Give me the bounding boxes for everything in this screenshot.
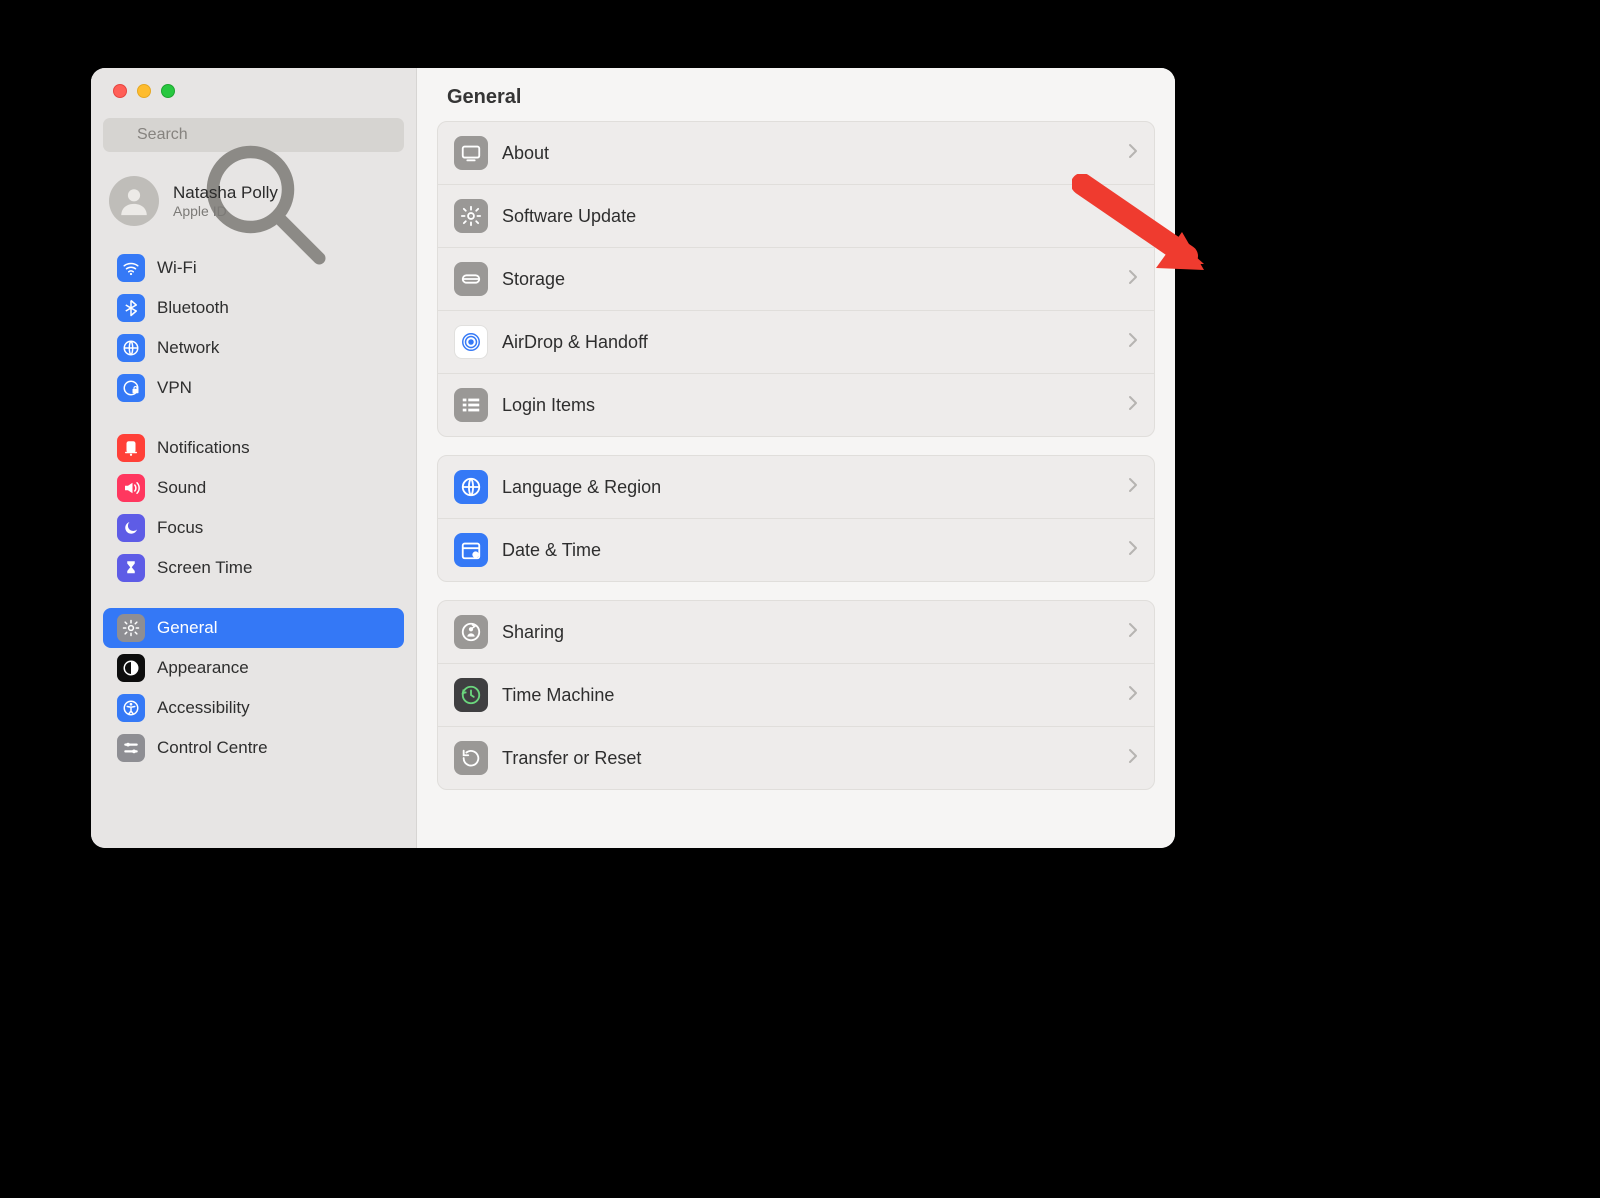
row-label: Sharing (502, 622, 1114, 643)
apple-id-account[interactable]: Natasha Polly Apple ID (91, 166, 416, 244)
main-content: General About Software Update Storage AirDr… (417, 68, 1175, 848)
row-label: Time Machine (502, 685, 1114, 706)
sharing-icon (454, 615, 488, 649)
chevron-right-icon (1128, 143, 1138, 164)
row-label: Language & Region (502, 477, 1114, 498)
page-title: General (447, 86, 1145, 109)
sidebar-item-vpn[interactable]: VPN (103, 368, 404, 408)
calendar-icon (454, 533, 488, 567)
close-button[interactable] (113, 84, 127, 98)
chevron-right-icon (1128, 622, 1138, 643)
sidebar-item-label: Notifications (157, 438, 250, 458)
settings-row-sharing[interactable]: Sharing (438, 601, 1154, 664)
sidebar-item-label: Network (157, 338, 219, 358)
row-label: Login Items (502, 395, 1114, 416)
accessibility-icon (117, 694, 145, 722)
hourglass-icon (117, 554, 145, 582)
minimize-button[interactable] (137, 84, 151, 98)
sidebar-item-appearance[interactable]: Appearance (103, 648, 404, 688)
chevron-right-icon (1128, 395, 1138, 416)
vpn-icon (117, 374, 145, 402)
settings-row-softwareupdate[interactable]: Software Update (438, 185, 1154, 248)
disk-icon (454, 262, 488, 296)
chevron-right-icon (1128, 540, 1138, 561)
chevron-right-icon (1128, 206, 1138, 227)
sidebar-item-focus[interactable]: Focus (103, 508, 404, 548)
sidebar-item-bluetooth[interactable]: Bluetooth (103, 288, 404, 328)
settings-row-storage[interactable]: Storage (438, 248, 1154, 311)
sidebar-item-label: Bluetooth (157, 298, 229, 318)
timemachine-icon (454, 678, 488, 712)
settings-row-timemachine[interactable]: Time Machine (438, 664, 1154, 727)
sidebar-item-label: Accessibility (157, 698, 250, 718)
sidebar-item-label: Sound (157, 478, 206, 498)
bell-icon (117, 434, 145, 462)
sidebar-item-network[interactable]: Network (103, 328, 404, 368)
settings-panel: About Software Update Storage AirDrop & Han… (437, 121, 1155, 437)
search-icon (113, 127, 129, 143)
sidebar-item-accessibility[interactable]: Accessibility (103, 688, 404, 728)
sidebar-item-controlcentre[interactable]: Control Centre (103, 728, 404, 768)
sidebar-item-general[interactable]: General (103, 608, 404, 648)
sidebar-item-label: Screen Time (157, 558, 252, 578)
sidebar-item-sound[interactable]: Sound (103, 468, 404, 508)
sidebar-item-label: General (157, 618, 217, 638)
zoom-button[interactable] (161, 84, 175, 98)
airdrop-icon (454, 325, 488, 359)
chevron-right-icon (1128, 269, 1138, 290)
row-label: Date & Time (502, 540, 1114, 561)
moon-icon (117, 514, 145, 542)
settings-window: Natasha Polly Apple ID Wi-Fi Bluetooth Net… (91, 68, 1175, 848)
content-header: General (417, 68, 1175, 121)
row-label: AirDrop & Handoff (502, 332, 1114, 353)
sidebar-item-label: VPN (157, 378, 192, 398)
sidebar-item-wifi[interactable]: Wi-Fi (103, 248, 404, 288)
settings-panel: Language & Region Date & Time (437, 455, 1155, 582)
chevron-right-icon (1128, 685, 1138, 706)
row-label: About (502, 143, 1114, 164)
sliders-icon (117, 734, 145, 762)
globe-icon (454, 470, 488, 504)
settings-row-about[interactable]: About (438, 122, 1154, 185)
chevron-right-icon (1128, 477, 1138, 498)
row-label: Storage (502, 269, 1114, 290)
row-label: Software Update (502, 206, 1114, 227)
settings-row-transfer[interactable]: Transfer or Reset (438, 727, 1154, 789)
account-name: Natasha Polly (173, 183, 278, 203)
chevron-right-icon (1128, 332, 1138, 353)
settings-row-datetime[interactable]: Date & Time (438, 519, 1154, 581)
sidebar-item-label: Control Centre (157, 738, 268, 758)
search-input[interactable] (137, 126, 394, 144)
sidebar: Natasha Polly Apple ID Wi-Fi Bluetooth Net… (91, 68, 417, 848)
sidebar-item-label: Appearance (157, 658, 249, 678)
window-controls (91, 84, 416, 118)
bluetooth-icon (117, 294, 145, 322)
settings-row-airdrop[interactable]: AirDrop & Handoff (438, 311, 1154, 374)
gear-icon (454, 199, 488, 233)
globe-icon (117, 334, 145, 362)
gear-icon (117, 614, 145, 642)
display-icon (454, 136, 488, 170)
chevron-right-icon (1128, 748, 1138, 769)
wifi-icon (117, 254, 145, 282)
row-label: Transfer or Reset (502, 748, 1114, 769)
settings-row-language[interactable]: Language & Region (438, 456, 1154, 519)
sidebar-item-label: Focus (157, 518, 203, 538)
reset-icon (454, 741, 488, 775)
list-icon (454, 388, 488, 422)
settings-panel: Sharing Time Machine Transfer or Reset (437, 600, 1155, 790)
sidebar-item-screentime[interactable]: Screen Time (103, 548, 404, 588)
appearance-icon (117, 654, 145, 682)
account-sub: Apple ID (173, 203, 278, 219)
search-field[interactable] (103, 118, 404, 152)
avatar (109, 176, 159, 226)
sound-icon (117, 474, 145, 502)
settings-row-loginitems[interactable]: Login Items (438, 374, 1154, 436)
sidebar-item-notifications[interactable]: Notifications (103, 428, 404, 468)
sidebar-item-label: Wi-Fi (157, 258, 197, 278)
